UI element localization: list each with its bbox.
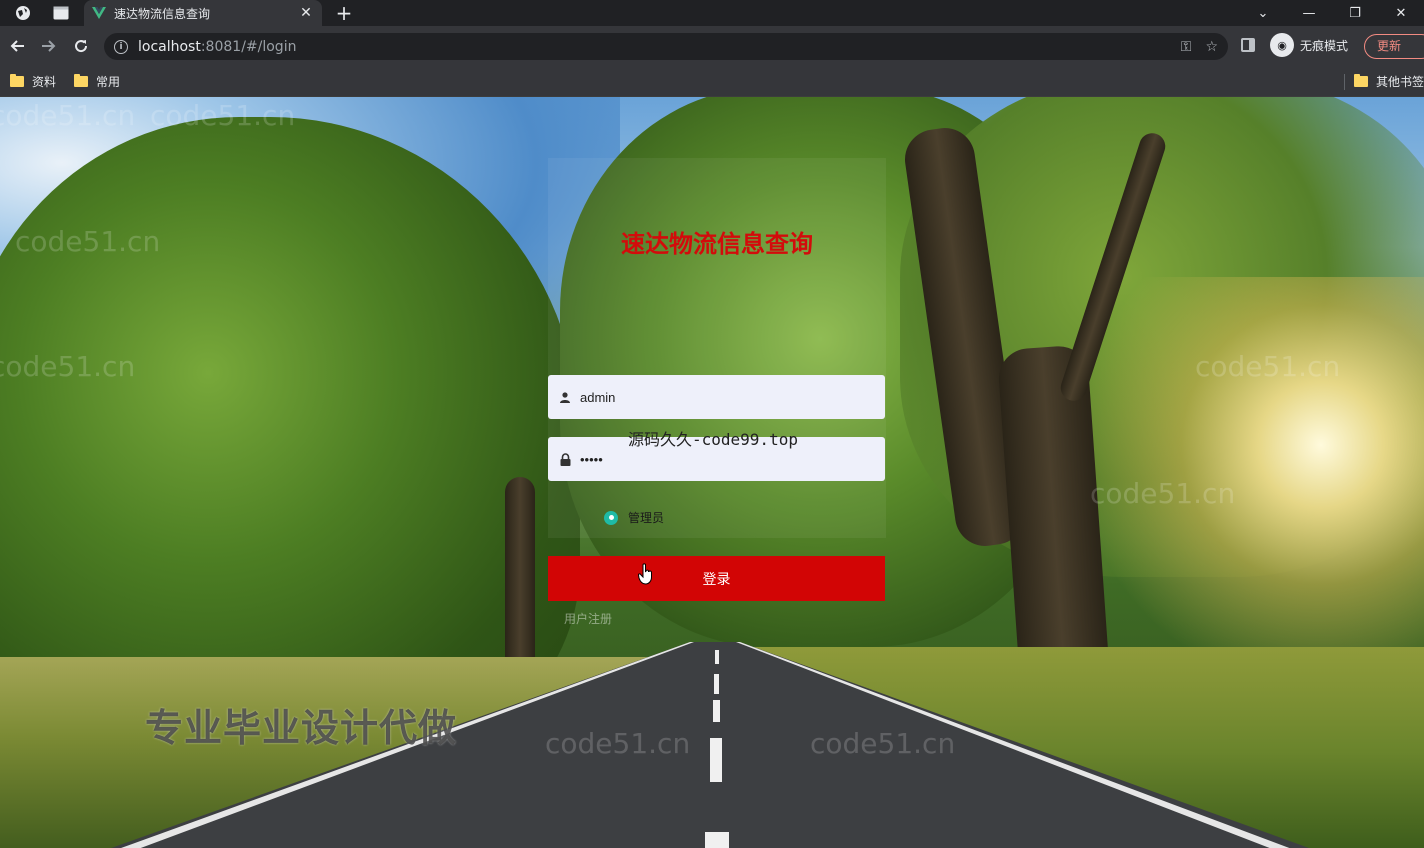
restore-icon[interactable]: ❐ (1332, 6, 1378, 21)
bookmark-folder-1[interactable]: 常用 (74, 73, 120, 90)
incognito-indicator[interactable]: ◉ 无痕模式 (1270, 33, 1348, 57)
folder-icon (1354, 74, 1368, 87)
watermark-text: code51.cn (15, 225, 161, 258)
role-option-admin[interactable]: 管理员 (604, 509, 664, 526)
info-icon[interactable]: i (114, 39, 128, 54)
browser-tab-strip: 速达物流信息查询 ✕ + ⌄ — ❐ ✕ (0, 0, 1424, 26)
close-icon[interactable]: ✕ (298, 5, 314, 21)
incognito-icon: ◉ (1270, 33, 1294, 57)
bookmark-folder-0[interactable]: 资料 (10, 73, 56, 90)
chevron-down-icon[interactable]: ⌄ (1240, 6, 1286, 21)
side-panel-icon[interactable] (1241, 38, 1255, 52)
watermark-text: code51.cn (150, 99, 296, 132)
username-input[interactable] (580, 389, 870, 405)
browser-toolbar: i localhost:8081/#/login ⚿ ☆ ◉ 无痕模式 更新 (0, 26, 1424, 66)
register-link[interactable]: 用户注册 (564, 610, 612, 627)
update-button[interactable]: 更新 (1364, 34, 1424, 59)
globe-tab-icon[interactable] (8, 3, 38, 23)
window-close-icon[interactable]: ✕ (1378, 6, 1424, 21)
watermark-text: code51.cn (545, 727, 691, 760)
login-form-panel (548, 158, 886, 538)
bookmark-divider (1344, 74, 1345, 90)
password-input[interactable] (580, 451, 870, 467)
reload-icon[interactable] (69, 34, 93, 58)
minimize-icon[interactable]: — (1286, 6, 1332, 21)
watermark-text: code51.cn (1195, 350, 1341, 383)
user-icon (558, 391, 572, 403)
watermark-promo-text: 专业毕业设计代做 (145, 706, 458, 750)
radio-checked-icon[interactable] (604, 510, 618, 525)
role-label: 管理员 (628, 511, 665, 525)
vue-logo-icon (92, 7, 106, 19)
tab-active[interactable]: 速达物流信息查询 ✕ (84, 0, 322, 26)
star-icon[interactable]: ☆ (1205, 39, 1218, 55)
window-tab-icon[interactable] (46, 3, 76, 23)
new-tab-button[interactable]: + (332, 2, 356, 24)
folder-icon (10, 74, 24, 87)
back-arrow-icon[interactable] (5, 34, 29, 58)
other-bookmarks[interactable]: 其他书签 (1354, 73, 1424, 90)
username-field[interactable] (548, 375, 885, 419)
lock-icon (558, 452, 572, 466)
watermark-site-text: 源码久久-code99.top (628, 430, 798, 449)
forward-arrow-icon[interactable] (37, 34, 61, 58)
login-button[interactable]: 登录 (548, 556, 885, 601)
tab-title: 速达物流信息查询 (114, 6, 211, 21)
watermark-text: code51.cn (0, 99, 136, 132)
hand-cursor-icon (638, 563, 652, 585)
page-title: 速达物流信息查询 (621, 230, 813, 258)
url-text[interactable]: localhost:8081/#/login (138, 39, 1167, 55)
folder-icon (74, 74, 88, 87)
key-icon[interactable]: ⚿ (1181, 39, 1192, 55)
watermark-text: code51.cn (810, 727, 956, 760)
bookmarks-bar: 资料 常用 其他书签 (0, 66, 1424, 97)
address-bar[interactable]: i localhost:8081/#/login ⚿ ☆ (104, 33, 1228, 60)
watermark-text: code51.cn (0, 350, 136, 383)
watermark-text: code51.cn (1090, 477, 1236, 510)
